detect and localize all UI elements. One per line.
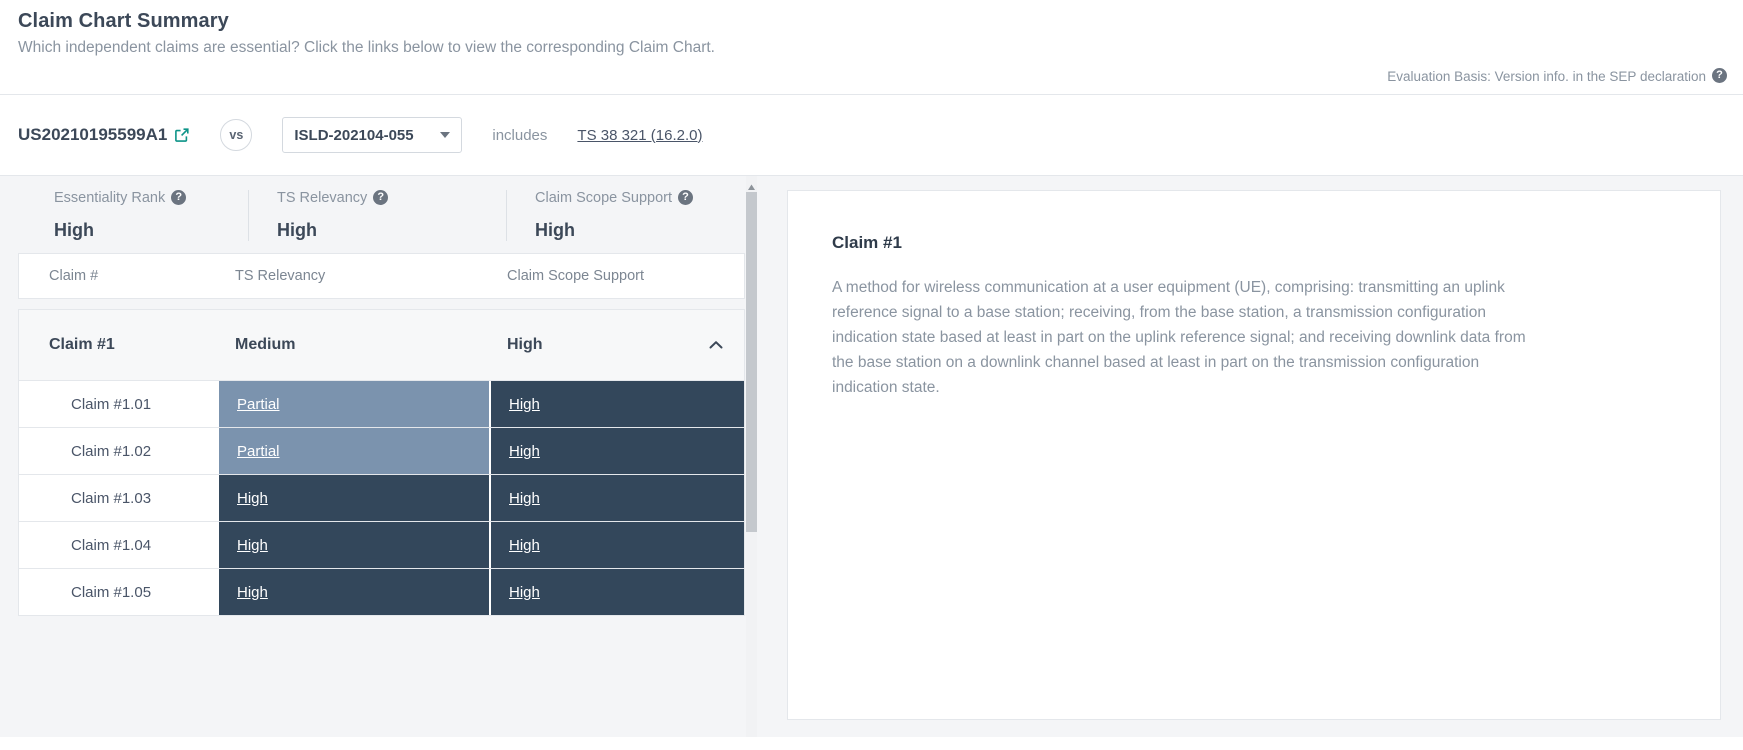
claim-scope-support-link[interactable]: High	[509, 396, 540, 413]
claim-scope-support-link[interactable]: High	[509, 537, 540, 554]
ts-relevancy-link[interactable]: High	[237, 490, 268, 507]
metric-value: High	[277, 220, 482, 241]
external-link-icon[interactable]	[174, 127, 190, 143]
declaration-select[interactable]: ISLD-202104-055	[282, 117, 462, 153]
patent-id-link[interactable]: US20210195599A1	[18, 125, 190, 145]
claim-detail-title: Claim #1	[832, 233, 1676, 253]
help-icon[interactable]: ?	[1712, 68, 1727, 83]
metric-essentiality-rank: Essentiality Rank? High	[18, 190, 248, 241]
claims-pane: Essentiality Rank? High TS Relevancy? Hi…	[0, 176, 763, 737]
ts-relevancy-cell[interactable]: High	[217, 569, 489, 615]
claim-id-label: Claim #1.05	[19, 569, 217, 615]
group-ts-relevancy: Medium	[217, 336, 489, 354]
table-row: Claim #1.02 Partial High	[19, 427, 744, 474]
metric-ts-relevancy: TS Relevancy? High	[248, 190, 506, 241]
vs-badge: vs	[220, 119, 252, 151]
claim-group: Claim #1 Medium High Claim #1.01 Partial H…	[18, 309, 745, 616]
chevron-down-icon	[440, 132, 450, 138]
table-row: Claim #1.05 High High	[19, 568, 744, 615]
metric-label-text: Claim Scope Support	[535, 190, 672, 206]
ts-relevancy-link[interactable]: Partial	[237, 396, 280, 413]
table-row: Claim #1.01 Partial High	[19, 380, 744, 427]
scroll-up-arrow-icon[interactable]	[747, 179, 756, 188]
claim-id-label: Claim #1.02	[19, 428, 217, 474]
column-header-ts-relevancy: TS Relevancy	[217, 268, 489, 284]
metric-label: Essentiality Rank?	[54, 190, 224, 206]
scrollbar-thumb[interactable]	[746, 192, 757, 532]
ts-relevancy-link[interactable]: High	[237, 584, 268, 601]
claim-scope-support-cell[interactable]: High	[489, 381, 744, 427]
group-claim-label: Claim #1	[19, 336, 217, 354]
metric-label-text: Essentiality Rank	[54, 190, 165, 206]
declaration-select-value: ISLD-202104-055	[294, 127, 413, 144]
claim-detail-text: A method for wireless communication at a…	[832, 275, 1532, 400]
claims-scrollbar[interactable]	[746, 176, 757, 737]
claim-scope-support-link[interactable]: High	[509, 443, 540, 460]
ts-relevancy-cell[interactable]: Partial	[217, 381, 489, 427]
claims-table: Claim # TS Relevancy Claim Scope Support…	[18, 253, 745, 616]
evaluation-basis-label: Evaluation Basis: Version info. in the S…	[1387, 69, 1706, 84]
claim-id-label: Claim #1.04	[19, 522, 217, 568]
table-header-row: Claim # TS Relevancy Claim Scope Support	[18, 253, 745, 299]
ts-relevancy-cell[interactable]: High	[217, 475, 489, 521]
ts-relevancy-link[interactable]: High	[237, 537, 268, 554]
metric-value: High	[535, 220, 742, 241]
group-claim-scope-support: High	[489, 336, 688, 354]
ts-spec-link[interactable]: TS 38 321 (16.2.0)	[577, 127, 702, 144]
metric-value: High	[54, 220, 224, 241]
claim-rows: Claim #1.01 Partial High Claim #1.02 Partial…	[19, 380, 744, 615]
help-icon[interactable]: ?	[171, 190, 186, 205]
page-subtitle: Which independent claims are essential? …	[18, 39, 1725, 57]
metric-claim-scope-support: Claim Scope Support? High	[506, 190, 763, 241]
claim-scope-support-link[interactable]: High	[509, 584, 540, 601]
ts-relevancy-cell[interactable]: High	[217, 522, 489, 568]
claim-group-header[interactable]: Claim #1 Medium High	[19, 310, 744, 380]
column-header-claim-scope-support: Claim Scope Support	[489, 268, 688, 284]
claim-id-label: Claim #1.01	[19, 381, 217, 427]
claim-scope-support-cell[interactable]: High	[489, 522, 744, 568]
claim-scope-support-cell[interactable]: High	[489, 475, 744, 521]
evaluation-basis-row: Evaluation Basis: Version info. in the S…	[0, 63, 1743, 94]
comparison-bar: US20210195599A1 vs ISLD-202104-055 inclu…	[0, 94, 1743, 176]
chevron-up-icon[interactable]	[707, 336, 725, 354]
help-icon[interactable]: ?	[373, 190, 388, 205]
metric-label: TS Relevancy?	[277, 190, 482, 206]
page-title: Claim Chart Summary	[18, 10, 1725, 33]
column-header-claim: Claim #	[19, 268, 217, 284]
page-header: Claim Chart Summary Which independent cl…	[0, 0, 1743, 63]
ts-relevancy-cell[interactable]: Partial	[217, 428, 489, 474]
claim-detail-card: Claim #1 A method for wireless communica…	[787, 190, 1721, 720]
table-row: Claim #1.04 High High	[19, 521, 744, 568]
claim-scope-support-cell[interactable]: High	[489, 569, 744, 615]
table-row: Claim #1.03 High High	[19, 474, 744, 521]
metrics-summary: Essentiality Rank? High TS Relevancy? Hi…	[18, 176, 745, 253]
ts-relevancy-link[interactable]: Partial	[237, 443, 280, 460]
claim-scope-support-cell[interactable]: High	[489, 428, 744, 474]
claim-scope-support-link[interactable]: High	[509, 490, 540, 507]
metric-label: Claim Scope Support?	[535, 190, 742, 206]
collapse-toggle[interactable]	[688, 336, 744, 354]
claim-detail-pane: Claim #1 A method for wireless communica…	[763, 176, 1743, 737]
help-icon[interactable]: ?	[678, 190, 693, 205]
includes-label: includes	[492, 127, 547, 144]
patent-id-label: US20210195599A1	[18, 125, 167, 145]
metric-label-text: TS Relevancy	[277, 190, 367, 206]
main-content: Essentiality Rank? High TS Relevancy? Hi…	[0, 176, 1743, 737]
claim-id-label: Claim #1.03	[19, 475, 217, 521]
